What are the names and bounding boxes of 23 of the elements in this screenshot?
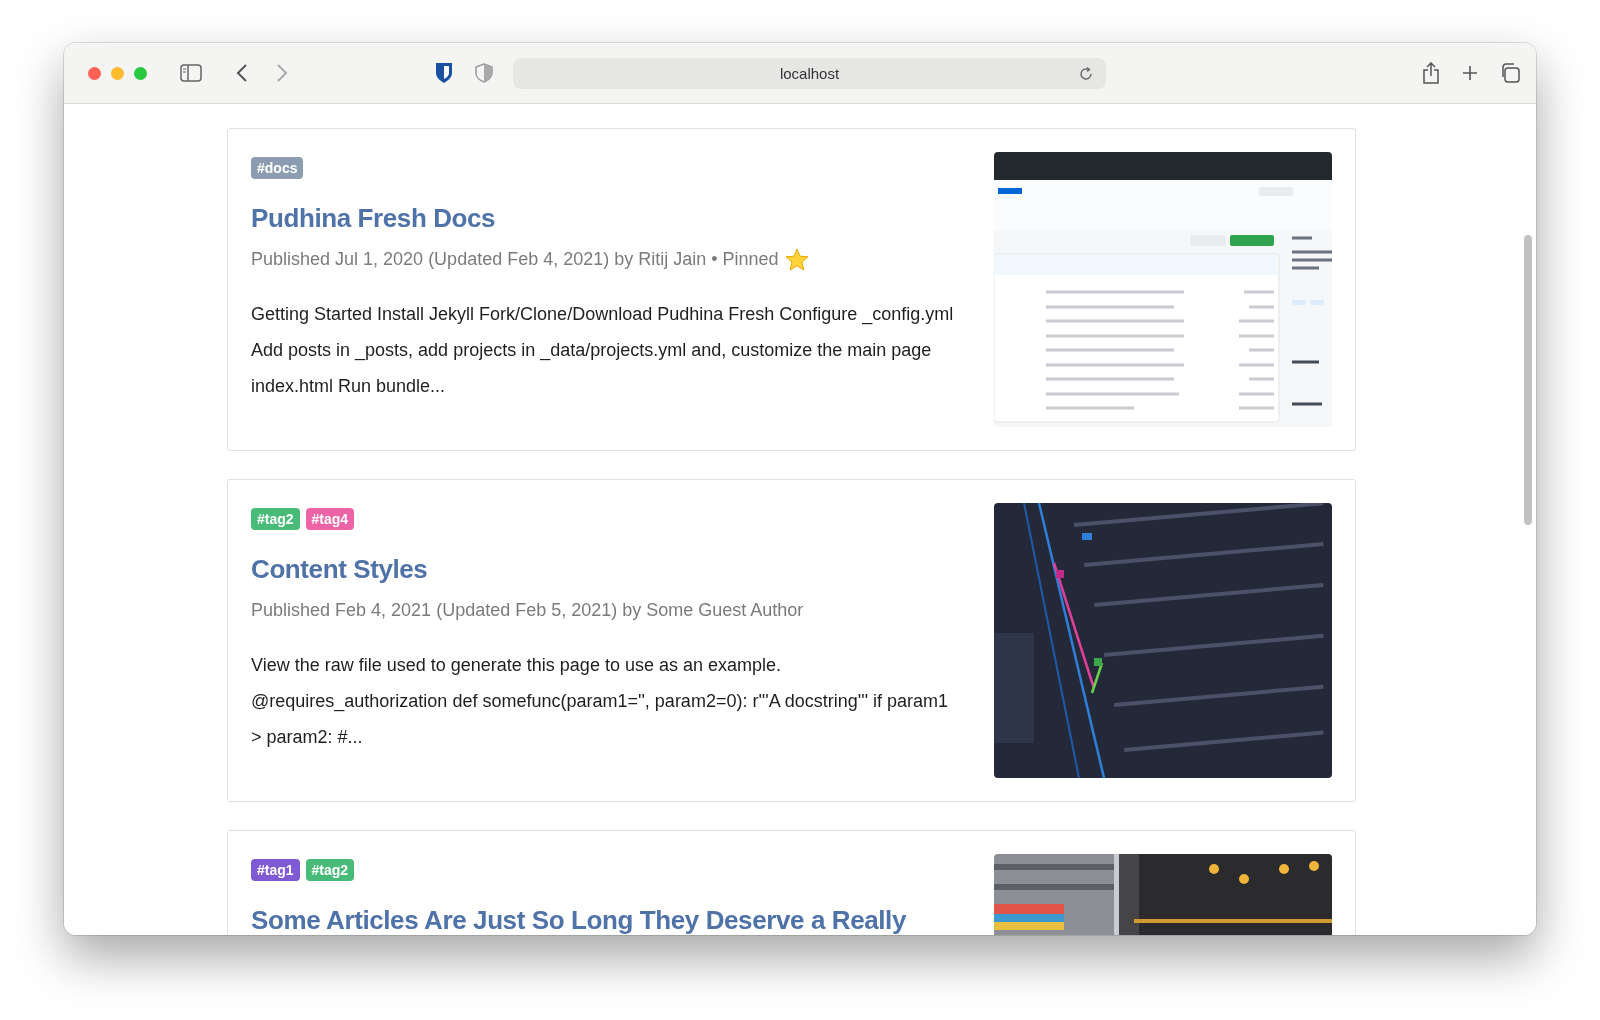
tag-label[interactable]: #docs: [251, 157, 304, 179]
forward-icon[interactable]: [276, 64, 288, 82]
reload-icon[interactable]: [1079, 66, 1093, 81]
sidebar-icon[interactable]: [180, 64, 202, 82]
shield-icon[interactable]: [435, 62, 453, 84]
tag-label[interactable]: #tag2: [305, 859, 355, 881]
tag-label[interactable]: #tag2: [251, 508, 300, 530]
post-title-link[interactable]: Content Styles: [251, 550, 956, 588]
post-title-link[interactable]: Pudhina Fresh Docs: [251, 199, 956, 237]
scrollbar-thumb[interactable]: [1524, 235, 1532, 525]
post-meta: Published Feb 4, 2021 (Updated Feb 5, 2021) by Some Guest Author: [251, 599, 804, 622]
share-icon[interactable]: [1422, 62, 1440, 84]
close-button[interactable]: [88, 66, 101, 80]
tag-label[interactable]: #tag1: [251, 859, 300, 881]
post-title-link[interactable]: Some Articles Are Just So Long They Deserve a Really: [251, 901, 956, 935]
address-bar[interactable]: localhost: [513, 57, 1106, 89]
post-excerpt: Getting Started Install Jekyll Fork/Clone/Download Pudhina Fresh Configure _config.yml Add posts in _posts, add projects in _data/projects.yml and, customize the main page index.html Run bundle...: [251, 303, 955, 398]
tabs-overview-icon[interactable]: [1500, 63, 1520, 83]
post-excerpt: View the raw file used to generate this page to use as an example. @requires_authorization def somefunc(param1='', param2=0): r'''A docstring''' if param1 > param2: #...: [251, 654, 950, 749]
post-meta: Published Jul 1, 2020 (Updated Feb 4, 2021) by Ritij Jain • Pinned: [251, 248, 779, 271]
back-icon[interactable]: [236, 64, 248, 82]
new-tab-icon[interactable]: [1462, 65, 1478, 81]
tag-label[interactable]: #tag4: [305, 508, 355, 530]
